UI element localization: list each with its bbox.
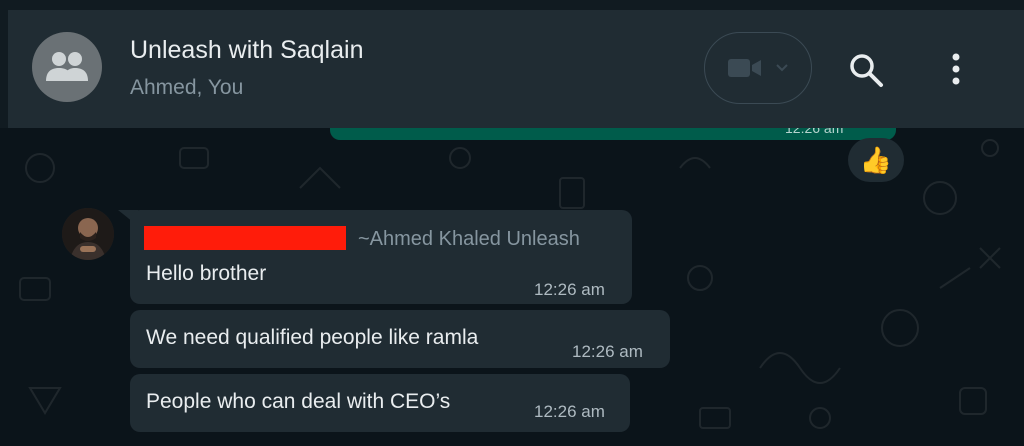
outgoing-message-time: 12:26 am [785,128,844,136]
chat-participants[interactable]: Ahmed, You [130,76,243,100]
sender-name[interactable]: ~Ahmed Khaled Unleash [358,228,580,251]
chat-area[interactable]: 12:26 am 👍 ~Ahmed Khaled Unleash Hello b… [0,128,1024,446]
group-avatar[interactable] [32,32,102,102]
sender-avatar[interactable] [62,208,114,260]
kebab-menu-icon [952,53,960,85]
message-time: 12:26 am [534,402,605,421]
message-text: We need qualified people like ramla [146,326,479,349]
redacted-phone-number [144,226,346,250]
message-text: Hello brother [146,262,267,285]
message-time: 12:26 am [534,280,605,299]
group-icon [46,52,88,81]
message-time: 12:26 am [572,342,643,361]
message-text: People who can deal with CEO’s [146,390,451,413]
incoming-message-bubble[interactable]: People who can deal with CEO’s 12:26 am [130,374,630,432]
chat-title[interactable]: Unleash with Saqlain [130,36,363,65]
search-button[interactable] [848,52,884,88]
chevron-down-icon [776,64,788,72]
menu-button[interactable] [946,52,966,88]
incoming-message-bubble[interactable]: ~Ahmed Khaled Unleash Hello brother 12:2… [130,210,632,304]
search-icon [850,54,883,87]
chat-header[interactable]: Unleash with Saqlain Ahmed, You [0,10,1024,128]
window-top-strip [0,0,1024,10]
header-left-edge [0,10,8,128]
video-call-button[interactable] [704,32,812,104]
video-camera-icon [728,59,761,77]
profile-photo [62,208,114,260]
reaction-badge[interactable]: 👍 [848,138,904,182]
incoming-message-bubble[interactable]: We need qualified people like ramla 12:2… [130,310,670,368]
